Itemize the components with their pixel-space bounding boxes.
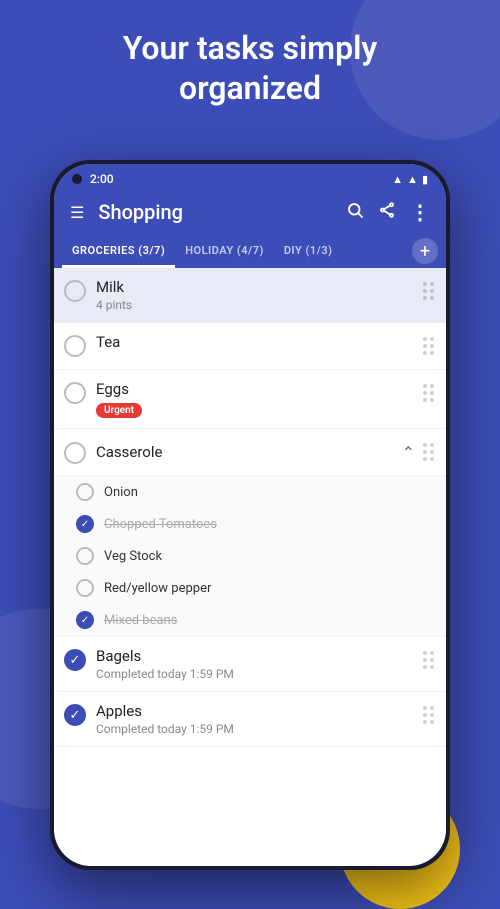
task-title-tea: Tea	[96, 333, 415, 351]
task-checkbox-milk[interactable]	[64, 280, 86, 302]
sub-checkbox-onion[interactable]	[76, 483, 94, 501]
sub-checkbox-vegstock[interactable]	[76, 547, 94, 565]
app-bar-title: Shopping	[98, 200, 332, 224]
drag-handle-bagels[interactable]	[415, 647, 438, 673]
sub-checkbox-beans[interactable]: ✓	[76, 611, 94, 629]
sub-item-label-pepper: Red/yellow pepper	[104, 581, 211, 596]
app-bar-actions: ⋮	[344, 198, 432, 226]
status-time: 2:00	[90, 172, 114, 186]
search-icon[interactable]	[344, 199, 366, 226]
share-icon[interactable]	[376, 199, 398, 226]
tab-holiday[interactable]: HOLIDAY (4/7)	[175, 234, 274, 268]
task-checkbox-casserole[interactable]	[64, 442, 86, 464]
drag-handle-apples[interactable]	[415, 702, 438, 728]
task-content-casserole: Casserole	[96, 443, 402, 461]
task-content-eggs: Eggs Urgent	[96, 380, 415, 418]
sub-item-beans: ✓ Mixed beans	[54, 604, 446, 636]
sub-item-pepper: Red/yellow pepper	[54, 572, 446, 604]
sub-item-onion: Onion	[54, 476, 446, 508]
sub-checkbox-tomatoes[interactable]: ✓	[76, 515, 94, 533]
drag-handle-tea[interactable]	[415, 333, 438, 359]
task-tag-urgent: Urgent	[96, 403, 142, 418]
task-title-eggs: Eggs	[96, 380, 415, 398]
app-bar: ☰ Shopping ⋮	[54, 190, 446, 234]
task-item-eggs: Eggs Urgent	[54, 370, 446, 429]
hamburger-menu-icon[interactable]: ☰	[68, 201, 86, 224]
sub-item-label-tomatoes: Chopped Tomatoes	[104, 517, 217, 532]
task-title-milk: Milk	[96, 278, 415, 296]
tabs-bar: GROCERIES (3/7) HOLIDAY (4/7) DIY (1/3) …	[54, 234, 446, 268]
sub-checkbox-pepper[interactable]	[76, 579, 94, 597]
sub-item-label-onion: Onion	[104, 485, 138, 500]
drag-handle-milk[interactable]	[415, 278, 438, 304]
task-list-content: Milk 4 pints Tea	[54, 268, 446, 866]
task-item-tea: Tea	[54, 323, 446, 370]
header-tagline: Your tasks simply organized	[0, 28, 500, 108]
task-checkbox-bagels[interactable]: ✓	[64, 649, 86, 671]
task-item-bagels: ✓ Bagels Completed today 1:59 PM	[54, 637, 446, 692]
casserole-sub-items: Onion ✓ Chopped Tomatoes Veg Stock Red/y…	[54, 476, 446, 637]
task-content-bagels: Bagels Completed today 1:59 PM	[96, 647, 415, 681]
task-item-apples: ✓ Apples Completed today 1:59 PM	[54, 692, 446, 747]
tab-groceries[interactable]: GROCERIES (3/7)	[62, 234, 175, 268]
task-content-milk: Milk 4 pints	[96, 278, 415, 312]
sub-item-label-beans: Mixed beans	[104, 613, 177, 628]
sub-item-tomatoes: ✓ Chopped Tomatoes	[54, 508, 446, 540]
battery-icon: ▮	[422, 173, 428, 186]
task-subtitle-apples: Completed today 1:59 PM	[96, 722, 415, 736]
wifi-icon: ▲	[407, 173, 418, 186]
phone-frame: 2:00 ▲ ▲ ▮ ☰ Shopping	[50, 160, 450, 870]
task-item-milk: Milk 4 pints	[54, 268, 446, 323]
task-title-casserole: Casserole	[96, 443, 402, 461]
phone-screen: 2:00 ▲ ▲ ▮ ☰ Shopping	[54, 164, 446, 866]
task-checkbox-eggs[interactable]	[64, 382, 86, 404]
camera-dot	[72, 174, 82, 184]
drag-handle-casserole[interactable]	[415, 439, 438, 465]
status-icons: ▲ ▲ ▮	[392, 173, 428, 186]
task-title-apples: Apples	[96, 702, 415, 720]
signal-icon: ▲	[392, 173, 403, 186]
drag-handle-eggs[interactable]	[415, 380, 438, 406]
task-content-tea: Tea	[96, 333, 415, 351]
task-subtitle-bagels: Completed today 1:59 PM	[96, 667, 415, 681]
sub-item-vegstock: Veg Stock	[54, 540, 446, 572]
add-list-button[interactable]: +	[412, 238, 438, 264]
status-bar: 2:00 ▲ ▲ ▮	[54, 164, 446, 190]
task-checkbox-apples[interactable]: ✓	[64, 704, 86, 726]
task-subtitle-milk: 4 pints	[96, 298, 415, 312]
tab-diy[interactable]: DIY (1/3)	[274, 234, 343, 268]
sub-item-label-vegstock: Veg Stock	[104, 549, 162, 564]
task-item-casserole: Casserole ⌃	[54, 429, 446, 476]
task-checkbox-tea[interactable]	[64, 335, 86, 357]
task-content-apples: Apples Completed today 1:59 PM	[96, 702, 415, 736]
expand-casserole-icon[interactable]: ⌃	[402, 443, 415, 462]
status-bar-left: 2:00	[72, 172, 114, 186]
task-title-bagels: Bagels	[96, 647, 415, 665]
more-options-icon[interactable]: ⋮	[408, 198, 432, 226]
